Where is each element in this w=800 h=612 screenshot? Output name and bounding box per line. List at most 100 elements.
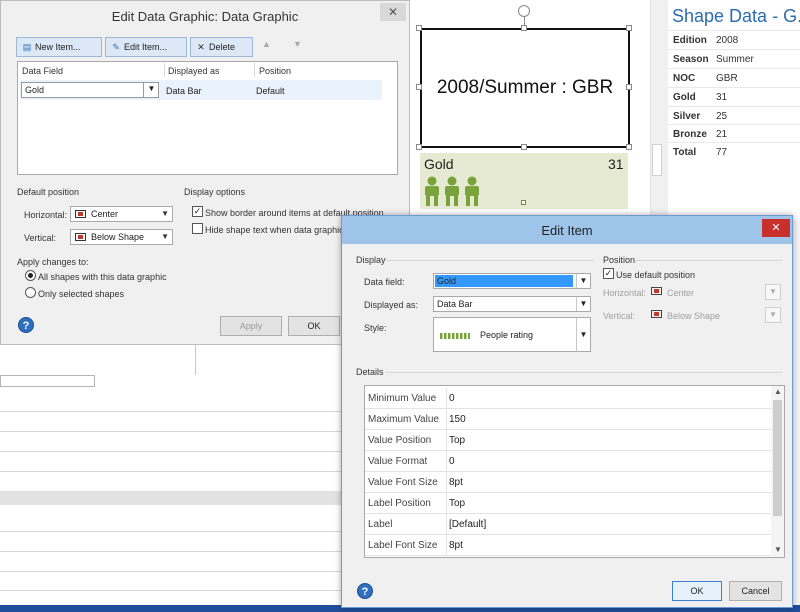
vertical-position-select[interactable]: Below Shape ▼ bbox=[70, 229, 173, 245]
selected-shape[interactable]: 2008/Summer : GBR bbox=[420, 28, 630, 148]
close-button[interactable]: ✕ bbox=[762, 219, 790, 237]
ok-button[interactable]: OK bbox=[288, 316, 340, 336]
details-row[interactable]: Label [Default] bbox=[365, 514, 771, 535]
delete-button[interactable]: ✕ Delete bbox=[190, 37, 253, 57]
details-row[interactable]: Label Font Size 8pt bbox=[365, 535, 771, 556]
scroll-up-icon[interactable]: ▲ bbox=[774, 387, 782, 396]
hide-text-label: Hide shape text when data graphic bbox=[205, 225, 344, 235]
column-divider bbox=[446, 451, 447, 472]
delete-icon: ✕ bbox=[197, 42, 205, 52]
hide-text-checkbox[interactable] bbox=[192, 223, 203, 234]
column-divider bbox=[446, 535, 447, 556]
resize-handle[interactable] bbox=[521, 144, 527, 150]
resize-handle[interactable] bbox=[416, 144, 422, 150]
help-button[interactable]: ? bbox=[357, 583, 373, 599]
resize-handle[interactable] bbox=[626, 25, 632, 31]
shape-data-row[interactable]: Season Summer bbox=[668, 49, 800, 68]
edit-item-button[interactable]: ✎ Edit Item... bbox=[105, 37, 187, 57]
details-row[interactable]: Value Position Top bbox=[365, 430, 771, 451]
show-border-checkbox[interactable]: ✓ bbox=[192, 206, 203, 217]
data-field-value: Gold bbox=[25, 85, 45, 95]
shape-data-row[interactable]: Total 77 bbox=[668, 142, 800, 161]
section-divider bbox=[386, 372, 782, 373]
close-icon: ✕ bbox=[771, 222, 781, 234]
help-icon: ? bbox=[361, 586, 369, 598]
edit-item-label: Edit Item... bbox=[124, 42, 168, 52]
details-value: [Default] bbox=[449, 519, 487, 530]
position-heading: Position bbox=[603, 255, 636, 265]
move-up-icon[interactable]: ▲ bbox=[262, 39, 271, 49]
resize-handle[interactable] bbox=[626, 84, 632, 90]
close-button[interactable]: ✕ bbox=[380, 3, 406, 21]
new-item-button[interactable]: ▤ New Item... bbox=[16, 37, 102, 57]
details-row[interactable]: Label Position Top bbox=[365, 493, 771, 514]
data-field-dropdown[interactable]: Gold bbox=[21, 82, 159, 98]
resize-handle[interactable] bbox=[416, 25, 422, 31]
ok-button[interactable]: OK bbox=[672, 581, 722, 601]
chevron-down-icon: ▼ bbox=[576, 318, 590, 351]
column-divider bbox=[254, 63, 255, 77]
data-field-value: Gold bbox=[437, 276, 457, 286]
position-center-icon bbox=[75, 210, 86, 218]
all-shapes-radio[interactable] bbox=[25, 270, 36, 281]
details-scroll-thumb[interactable] bbox=[773, 400, 782, 516]
canvas-scroll-thumb[interactable] bbox=[652, 144, 662, 176]
horizontal-position-value: Center bbox=[667, 288, 695, 298]
details-row[interactable]: Value Font Size 8pt bbox=[365, 472, 771, 493]
column-divider bbox=[446, 493, 447, 514]
help-icon: ? bbox=[22, 320, 30, 332]
details-row[interactable]: Minimum Value 0 bbox=[365, 388, 771, 409]
help-button[interactable]: ? bbox=[18, 317, 34, 333]
vertical-position-value: Below Shape bbox=[667, 311, 721, 321]
resize-handle[interactable] bbox=[626, 144, 632, 150]
apply-button[interactable]: Apply bbox=[220, 316, 282, 336]
style-value: People rating bbox=[480, 330, 534, 340]
background-row bbox=[0, 531, 345, 532]
use-default-position-label: Use default position bbox=[616, 270, 696, 280]
style-select[interactable]: People rating ▼ bbox=[433, 317, 591, 352]
shape-data-value: 21 bbox=[716, 129, 728, 140]
shape-data-value: GBR bbox=[716, 73, 738, 84]
use-default-position-checkbox[interactable]: ✓ bbox=[603, 268, 614, 279]
background-row bbox=[0, 471, 345, 472]
shape-data-value: 31 bbox=[716, 92, 728, 103]
chevron-down-icon[interactable]: ▼ bbox=[143, 82, 159, 98]
data-field-select[interactable]: Gold ▼ bbox=[433, 273, 591, 289]
data-bar-handle[interactable] bbox=[521, 200, 526, 205]
details-key: Value Format bbox=[368, 456, 428, 467]
selected-shapes-radio[interactable] bbox=[25, 287, 36, 298]
horizontal-position-value: Center bbox=[91, 209, 119, 219]
background-row bbox=[0, 451, 345, 452]
resize-handle[interactable] bbox=[416, 84, 422, 90]
cancel-button[interactable]: Cancel bbox=[729, 581, 782, 601]
horizontal-position-select[interactable]: Center ▼ bbox=[70, 206, 173, 222]
section-divider bbox=[636, 260, 782, 261]
shape-text: 2008/Summer : GBR bbox=[436, 77, 614, 98]
displayed-as-select[interactable]: Data Bar ▼ bbox=[433, 296, 591, 312]
chevron-down-icon: ▼ bbox=[161, 232, 169, 241]
column-divider bbox=[446, 472, 447, 493]
data-graphic-item-list[interactable] bbox=[17, 61, 398, 175]
move-down-icon[interactable]: ▼ bbox=[293, 39, 302, 49]
column-header-displayed-as: Displayed as bbox=[168, 66, 220, 76]
shape-data-row[interactable]: Silver 25 bbox=[668, 106, 800, 125]
resize-handle[interactable] bbox=[521, 25, 527, 31]
details-row[interactable]: Maximum Value 150 bbox=[365, 409, 771, 430]
canvas-scrollbar[interactable] bbox=[650, 0, 668, 215]
scroll-down-icon[interactable]: ▼ bbox=[774, 545, 782, 554]
shape-data-row[interactable]: NOC GBR bbox=[668, 68, 800, 87]
horizontal-select-arrow: ▼ bbox=[765, 284, 781, 300]
shape-data-row[interactable]: Gold 31 bbox=[668, 87, 800, 106]
shape-data-row[interactable]: Edition 2008 bbox=[668, 30, 800, 49]
apply-changes-heading: Apply changes to: bbox=[17, 257, 89, 267]
display-heading: Display bbox=[356, 255, 386, 265]
details-row[interactable]: Value Format 0 bbox=[365, 451, 771, 472]
shape-data-row[interactable]: Bronze 21 bbox=[668, 124, 800, 143]
rotate-handle[interactable] bbox=[518, 5, 530, 17]
delete-label: Delete bbox=[209, 42, 236, 52]
chevron-down-icon: ▼ bbox=[161, 209, 169, 218]
person-icon bbox=[425, 176, 439, 206]
vertical-select-arrow: ▼ bbox=[765, 307, 781, 323]
ok-label: OK bbox=[690, 586, 704, 596]
details-value: 8pt bbox=[449, 477, 463, 488]
